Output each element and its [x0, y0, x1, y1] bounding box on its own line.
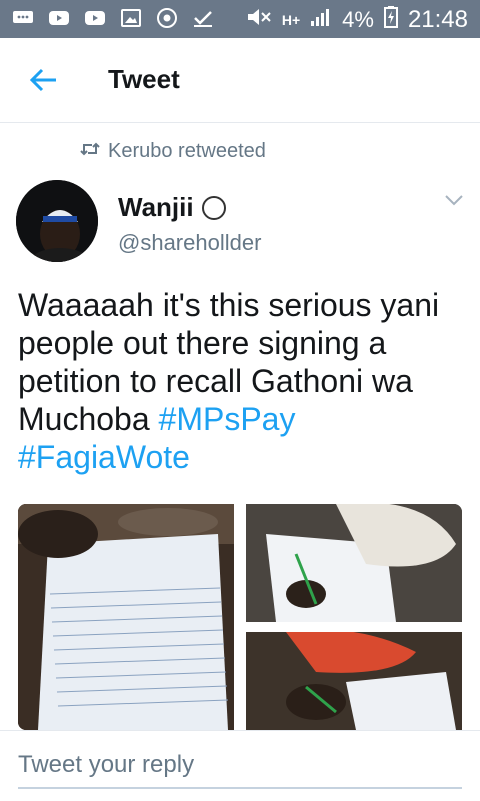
retweet-label: Kerubo retweeted — [108, 140, 266, 162]
tweet-photo[interactable] — [18, 504, 234, 730]
reply-input[interactable]: Tweet your reply — [18, 751, 194, 779]
battery-level: 4% — [342, 7, 374, 32]
youtube-icon — [84, 8, 106, 28]
author-name-row[interactable]: Wanjii — [118, 192, 226, 223]
clock: 21:48 — [407, 6, 468, 33]
network-type: H+ — [281, 12, 301, 28]
message-icon — [12, 8, 34, 28]
tweet-text: Waaaaah it's this serious yani people ou… — [18, 286, 464, 476]
retweet-icon — [80, 140, 100, 163]
back-arrow-icon[interactable] — [28, 64, 60, 96]
page-title: Tweet — [108, 64, 180, 94]
author-handle[interactable]: @sharehollder — [118, 230, 261, 256]
status-bar-left — [12, 8, 214, 28]
retweet-context[interactable]: Kerubo retweeted — [80, 140, 266, 163]
badge-circle-icon — [201, 195, 226, 220]
status-bar-right: H+ 4% 21:48 — [246, 6, 468, 34]
hashtag-link[interactable]: #FagiaWote — [18, 439, 190, 475]
tweet-photo[interactable] — [246, 504, 462, 622]
image-icon — [120, 8, 142, 28]
app-bar: Tweet — [0, 38, 480, 123]
signal-icon — [310, 7, 332, 33]
youtube-icon — [48, 8, 70, 28]
tweet-media-grid — [18, 504, 462, 730]
hashtag-link[interactable]: #MPsPay — [159, 401, 296, 437]
chevron-down-icon[interactable] — [442, 192, 466, 208]
battery-icon — [383, 6, 398, 34]
check-icon — [192, 8, 214, 28]
reply-bar: Tweet your reply — [0, 730, 480, 801]
avatar[interactable] — [16, 180, 98, 262]
reply-underline — [18, 787, 462, 789]
status-bar: H+ 4% 21:48 — [0, 0, 480, 38]
chrome-icon — [156, 8, 178, 28]
tweet-photo[interactable] — [246, 632, 462, 730]
author-name: Wanjii — [118, 192, 194, 222]
mute-icon — [246, 7, 272, 33]
